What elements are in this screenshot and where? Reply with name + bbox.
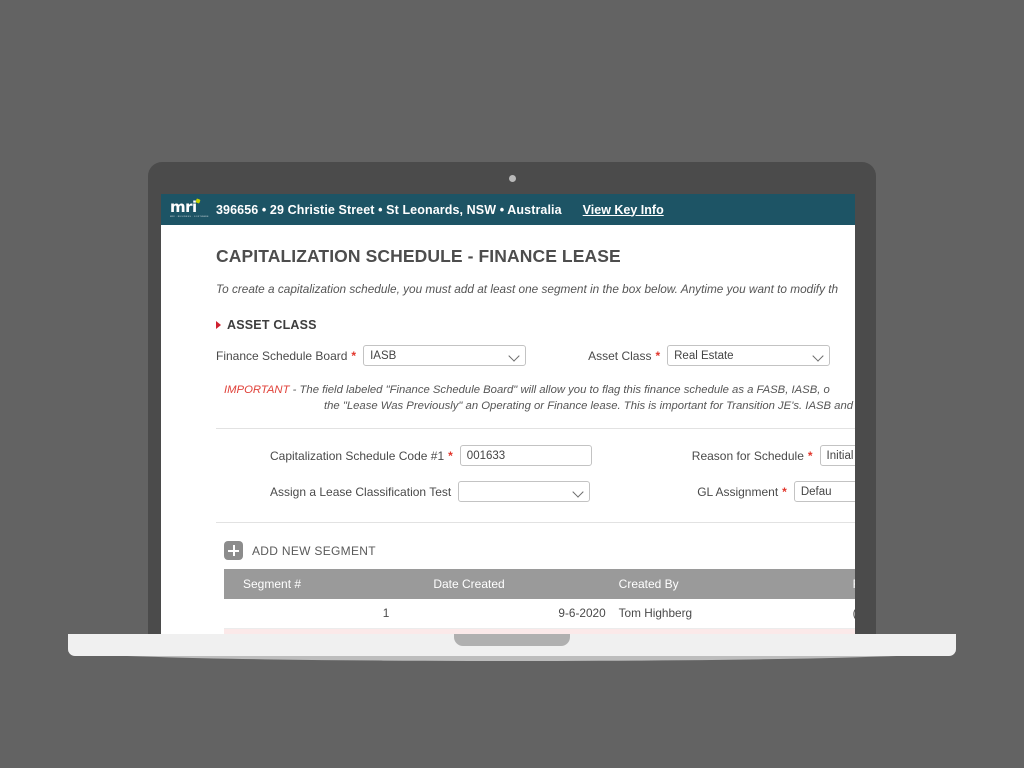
capitalization-schedule-code-input[interactable]: 001633 [459,445,592,466]
capitalization-schedule-code-value: 001633 [466,449,506,462]
column-header-created-by[interactable]: Created By [614,569,849,599]
section-header-asset-class[interactable]: ASSET CLASS [216,318,855,332]
important-note-line2: the "Lease Was Previously" an Operating … [324,400,854,412]
application-page: mri MRI · BUSINESS · SOFTWARE 396656 • 2… [161,194,855,634]
important-note: IMPORTANT - The field labeled "Finance S… [224,382,855,414]
form-row-3: Assign a Lease Classification Test GL As… [216,481,855,502]
gl-assignment-value: Defau [800,485,832,498]
reason-for-schedule-label: Reason for Schedule [691,448,804,463]
field-capitalization-schedule-code: Capitalization Schedule Code #1 * 001633 [270,445,592,466]
asset-class-value: Real Estate [674,349,734,362]
segment-table-head: Segment # Date Created Created By Reason… [224,569,855,599]
view-key-info-link[interactable]: View Key Info [583,203,664,217]
laptop-frame: mri MRI · BUSINESS · SOFTWARE 396656 • 2… [148,162,876,634]
cell-created-by: Tom Highberg [614,599,849,629]
field-reason-for-schedule: Reason for Schedule * Initial [692,445,855,466]
required-asterisk: * [351,348,357,363]
capitalization-schedule-code-label: Capitalization Schedule Code #1 [270,448,445,463]
add-new-segment-button[interactable]: ADD NEW SEGMENT [224,541,855,560]
column-header-date-created[interactable]: Date Created [419,569,615,599]
chevron-down-icon [812,350,824,362]
webcam-icon [508,175,516,182]
lease-classification-test-select[interactable] [458,481,591,502]
segment-table: Segment # Date Created Created By Reason… [224,569,855,634]
breadcrumb: 396656 • 29 Christie Street • St Leonard… [216,202,562,217]
segment-table-body: 1 9-6-2020 Tom Highberg (HCJE) Initial S… [224,599,855,634]
add-new-segment-label: ADD NEW SEGMENT [252,543,376,558]
asset-class-select[interactable]: Real Estate [667,345,831,366]
field-finance-schedule-board: Finance Schedule Board * IASB [216,345,527,366]
laptop-screen: mri MRI · BUSINESS · SOFTWARE 396656 • 2… [161,194,855,634]
logo-subtext: MRI · BUSINESS · SOFTWARE [170,215,209,218]
form-row-1: Finance Schedule Board * IASB Asset Clas… [216,345,855,366]
expander-triangle-icon[interactable] [216,321,221,329]
cell-reason: (HCJE) Initial Segment [848,599,855,629]
table-row[interactable]: 1 9-6-2020 Tom Highberg (HCJE) Initial S… [224,599,855,629]
app-body: CAPITALIZATION SCHEDULE - FINANCE LEASE … [161,225,855,634]
field-asset-class: Asset Class * Real Estate [588,345,831,366]
plus-icon[interactable] [224,541,243,560]
finance-schedule-board-value: IASB [370,349,397,362]
lease-classification-test-label: Assign a Lease Classification Test [270,484,452,499]
required-asterisk: * [782,484,787,499]
gl-assignment-label: GL Assignment [697,484,779,499]
form-row-2: Capitalization Schedule Code #1 * 001633… [216,445,855,466]
chevron-down-icon [572,486,584,498]
table-header-row: Segment # Date Created Created By Reason… [224,569,855,599]
finance-schedule-board-label: Finance Schedule Board [216,348,348,363]
field-gl-assignment: GL Assignment * Defau [697,481,855,502]
mri-logo-icon[interactable]: mri MRI · BUSINESS · SOFTWARE [170,197,209,220]
logo-wordmark: mri [170,197,197,216]
divider [216,428,855,429]
asset-class-form: ASSET CLASS Finance Schedule Board * IAS… [216,318,855,634]
app-header-bar: mri MRI · BUSINESS · SOFTWARE 396656 • 2… [161,194,855,225]
gl-assignment-select[interactable]: Defau [793,481,855,502]
asset-class-label: Asset Class [588,348,652,363]
divider [216,522,855,523]
required-asterisk: * [655,348,661,363]
field-lease-classification-test: Assign a Lease Classification Test [270,481,591,502]
laptop-base-notch [454,634,570,646]
important-note-line1: - The field labeled "Finance Schedule Bo… [289,384,830,396]
column-header-reason-for-segment[interactable]: Reason For Segment [848,569,855,599]
page-title: CAPITALIZATION SCHEDULE - FINANCE LEASE [216,246,621,266]
section-header-label: ASSET CLASS [227,318,317,332]
cell-segment: 1 [224,599,420,629]
required-asterisk: * [448,448,453,463]
cell-date-created: 9-6-2020 [419,599,615,629]
finance-schedule-board-select[interactable]: IASB [363,345,527,366]
column-header-segment[interactable]: Segment # [224,569,420,599]
reason-for-schedule-value: Initial [826,449,854,462]
chevron-down-icon [508,350,520,362]
important-note-label: IMPORTANT [224,384,290,396]
required-asterisk: * [807,448,813,463]
reason-for-schedule-select[interactable]: Initial [819,445,855,466]
page-description: To create a capitalization schedule, you… [216,282,839,296]
